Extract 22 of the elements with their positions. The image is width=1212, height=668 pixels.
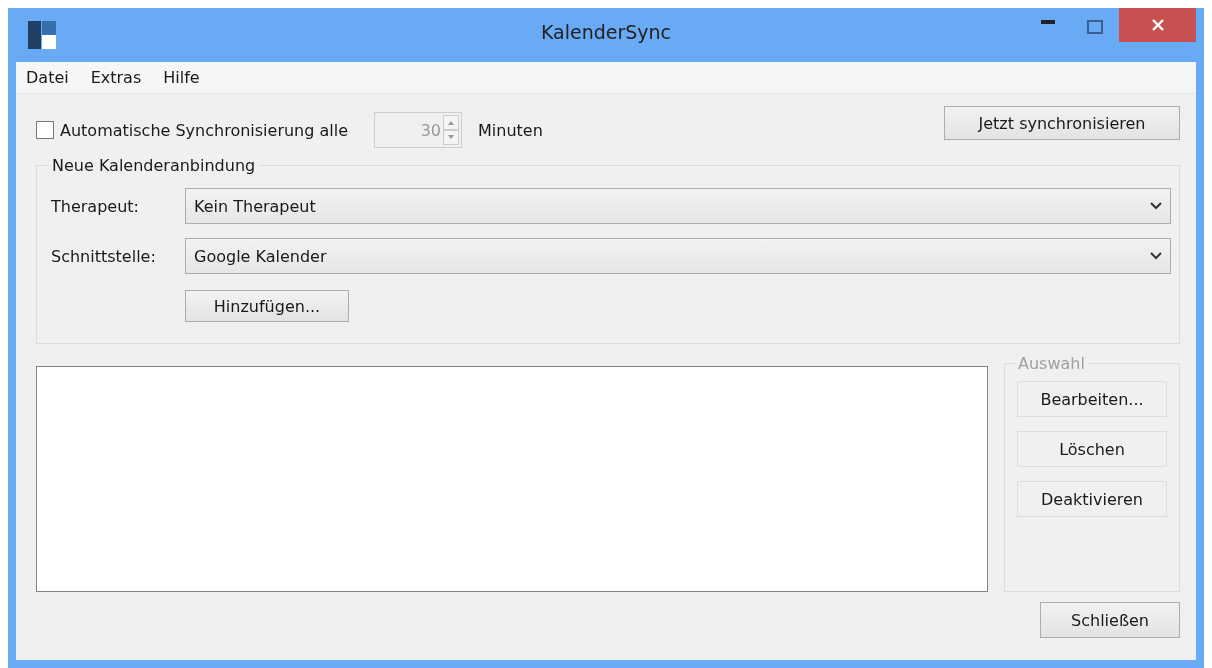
add-button[interactable]: Hinzufügen... bbox=[185, 290, 349, 322]
window-title: KalenderSync bbox=[540, 21, 672, 43]
group-title: Neue Kalenderanbindung bbox=[51, 156, 257, 175]
chevron-down-icon bbox=[1150, 202, 1162, 210]
close-dialog-button[interactable]: Schließen bbox=[1040, 602, 1180, 638]
menu-item[interactable]: Hilfe bbox=[163, 68, 200, 87]
maximize-icon[interactable] bbox=[1087, 20, 1103, 34]
close-button[interactable] bbox=[1119, 8, 1196, 42]
close-icon bbox=[1150, 18, 1165, 32]
group-title: Auswahl bbox=[1017, 354, 1086, 373]
checkbox-label: Automatische Synchronisierung alle bbox=[60, 120, 349, 140]
sync-button[interactable]: Jetzt synchronisieren bbox=[944, 106, 1180, 140]
menu-item[interactable]: Datei bbox=[26, 68, 69, 87]
checkbox[interactable] bbox=[36, 121, 54, 139]
chevron-down-icon bbox=[1150, 252, 1162, 260]
app-icon bbox=[28, 21, 56, 49]
dropdown[interactable]: Google Kalender bbox=[185, 238, 1171, 274]
menu-item[interactable]: Extras bbox=[90, 68, 142, 87]
field-label: Therapeut: bbox=[51, 196, 140, 216]
dropdown[interactable]: Kein Therapeut bbox=[185, 188, 1171, 224]
unit-label: Minuten bbox=[478, 120, 543, 140]
field-label: Schnittstelle: bbox=[51, 246, 157, 266]
